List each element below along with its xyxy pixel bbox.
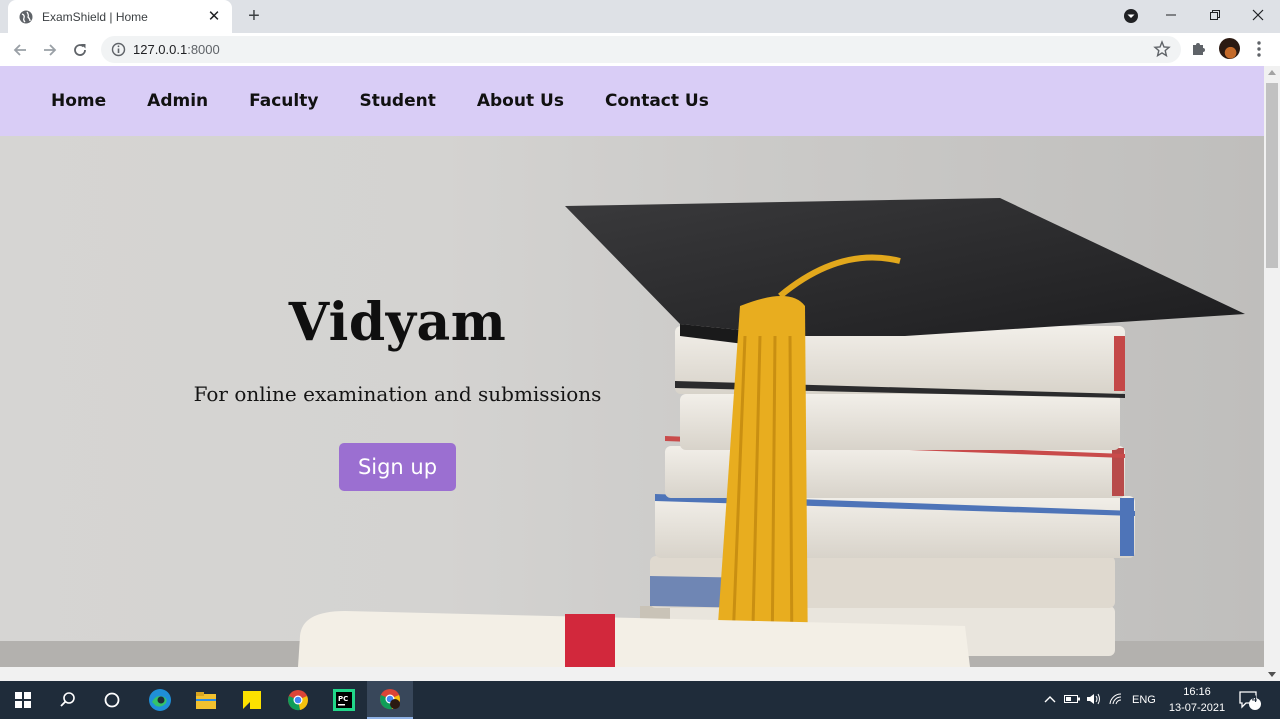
taskbar-clock[interactable]: 16:16 13-07-2021 xyxy=(1164,684,1230,716)
hero-subtitle: For online examination and submissions xyxy=(193,382,602,406)
windows-taskbar: PC ENG 16:16 13-07-2021 4 xyxy=(0,681,1280,719)
new-tab-button[interactable]: + xyxy=(243,5,265,27)
reload-icon[interactable] xyxy=(69,39,91,61)
nav-faculty[interactable]: Faculty xyxy=(249,91,318,111)
svg-text:PC: PC xyxy=(338,695,348,703)
chrome-active-icon[interactable] xyxy=(367,681,413,719)
address-bar[interactable]: 127.0.0.1:8000 xyxy=(101,36,1181,63)
tab-title: ExamShield | Home xyxy=(42,9,148,24)
tab-strip: ExamShield | Home ✕ + xyxy=(0,0,1280,33)
nav-student[interactable]: Student xyxy=(359,91,435,111)
globe-icon xyxy=(18,9,34,25)
battery-icon[interactable] xyxy=(1064,694,1080,707)
volume-icon[interactable] xyxy=(1086,692,1102,709)
system-tray: ENG xyxy=(1044,681,1156,719)
notification-count-badge: 4 xyxy=(1252,694,1258,704)
action-center-icon[interactable]: 4 xyxy=(1238,681,1262,719)
profile-avatar[interactable] xyxy=(1219,38,1240,59)
file-explorer-icon[interactable] xyxy=(183,681,229,719)
windows-start-icon[interactable] xyxy=(0,681,46,719)
hero-title: Vidyam xyxy=(288,292,507,353)
clock-time: 16:16 xyxy=(1183,686,1211,698)
tab-search-icon[interactable] xyxy=(1122,7,1140,25)
show-hidden-icons-chevron-icon[interactable] xyxy=(1044,694,1056,707)
pycharm-icon[interactable]: PC xyxy=(321,681,367,719)
scroll-up-arrow-icon[interactable] xyxy=(1268,70,1276,75)
close-tab-icon[interactable]: ✕ xyxy=(206,8,222,25)
minimize-icon[interactable] xyxy=(1150,0,1192,30)
page-viewport: Home Admin Faculty Student About Us Cont… xyxy=(0,66,1264,667)
cortana-icon[interactable] xyxy=(89,681,135,719)
hero-section: Vidyam For online examination and submis… xyxy=(0,136,1264,667)
close-window-icon[interactable] xyxy=(1237,0,1279,30)
search-icon[interactable] xyxy=(45,681,91,719)
extensions-puzzle-icon[interactable] xyxy=(1190,39,1208,57)
scroll-down-arrow-icon[interactable] xyxy=(1268,672,1276,677)
nav-home[interactable]: Home xyxy=(51,91,106,111)
edge-browser-icon[interactable] xyxy=(137,681,183,719)
sticky-notes-icon[interactable] xyxy=(229,681,275,719)
site-info-icon[interactable] xyxy=(111,42,126,57)
site-navbar: Home Admin Faculty Student About Us Cont… xyxy=(0,66,1264,136)
vertical-scrollbar[interactable] xyxy=(1264,66,1280,681)
horizontal-scrollbar-track xyxy=(0,667,1264,681)
nav-admin[interactable]: Admin xyxy=(147,91,208,111)
back-arrow-icon[interactable] xyxy=(9,39,31,61)
url-port: :8000 xyxy=(187,42,220,57)
forward-arrow-icon[interactable] xyxy=(39,39,61,61)
bookmark-star-icon[interactable] xyxy=(1153,40,1171,58)
more-menu-icon[interactable] xyxy=(1252,38,1266,60)
scrollbar-thumb[interactable] xyxy=(1266,83,1278,268)
browser-tab[interactable]: ExamShield | Home ✕ xyxy=(8,0,232,33)
chrome-icon[interactable] xyxy=(275,681,321,719)
url-host: 127.0.0.1 xyxy=(133,42,188,57)
clock-date: 13-07-2021 xyxy=(1168,702,1226,714)
restore-icon[interactable] xyxy=(1194,0,1236,30)
nav-about-us[interactable]: About Us xyxy=(477,91,564,111)
nav-contact-us[interactable]: Contact Us xyxy=(605,91,709,111)
signup-button[interactable]: Sign up xyxy=(339,443,456,491)
wifi-icon[interactable] xyxy=(1108,692,1124,709)
url-text[interactable]: 127.0.0.1:8000 xyxy=(133,42,220,57)
language-indicator[interactable]: ENG xyxy=(1132,694,1156,706)
